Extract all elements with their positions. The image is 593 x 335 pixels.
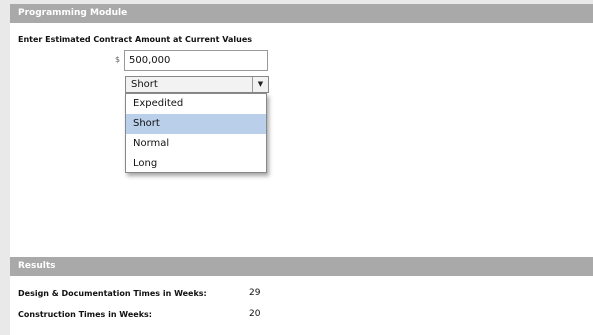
- design-weeks-label: Design & Documentation Times in Weeks:: [18, 289, 207, 298]
- contract-amount-prompt: Enter Estimated Contract Amount at Curre…: [18, 35, 253, 44]
- programming-module-header: Programming Module: [10, 4, 593, 23]
- dropdown-option-long[interactable]: Long: [126, 154, 266, 174]
- dropdown-option-normal[interactable]: Normal: [126, 134, 266, 154]
- contract-amount-input[interactable]: [124, 50, 268, 71]
- construction-weeks-label: Construction Times in Weeks:: [18, 310, 152, 319]
- dropdown-option-short[interactable]: Short: [126, 114, 266, 134]
- design-weeks-value: 29: [249, 288, 261, 298]
- results-header: Results: [10, 257, 593, 276]
- programming-panel: Programming Module Enter Estimated Contr…: [10, 4, 593, 335]
- schedule-select-value: Short: [131, 79, 158, 90]
- schedule-select[interactable]: Short ▼: [125, 76, 269, 93]
- construction-weeks-value: 20: [249, 309, 261, 319]
- currency-symbol: $: [115, 55, 121, 64]
- chevron-down-icon[interactable]: ▼: [252, 77, 268, 92]
- dropdown-option-expedited[interactable]: Expedited: [126, 94, 266, 114]
- schedule-dropdown-list: Expedited Short Normal Long: [125, 93, 267, 173]
